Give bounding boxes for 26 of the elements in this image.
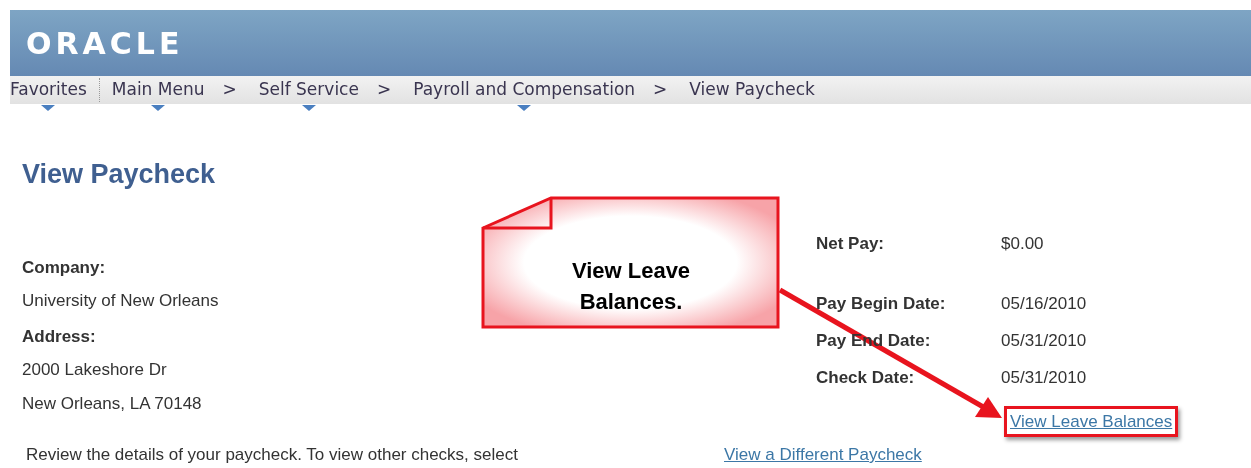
- page-title: View Paycheck: [22, 158, 217, 191]
- menu-link[interactable]: Self Service: [258, 77, 359, 103]
- field-label: Check Date:: [816, 366, 916, 389]
- field-value: $0.00: [1001, 232, 1044, 255]
- field-label: Company:: [22, 256, 106, 279]
- separator-text: >: [222, 78, 237, 102]
- field-value: 05/16/2010: [1001, 292, 1087, 315]
- field-label: Net Pay:: [816, 232, 886, 255]
- logo: ORACLE: [26, 24, 184, 63]
- current-page-link[interactable]: View Paycheck: [689, 77, 815, 103]
- field-value: 2000 Lakeshore Dr: [22, 359, 167, 381]
- field-value: 05/31/2010: [1001, 329, 1087, 352]
- field-value: New Orleans, LA 70148: [22, 392, 202, 415]
- separator-text: >: [376, 78, 392, 102]
- different-paycheck-link[interactable]: View a Different Paycheck: [724, 442, 922, 468]
- separator-text: >: [653, 78, 668, 102]
- callout-text: View Leave Balances.: [570, 257, 692, 316]
- field-value: 05/31/2010: [1001, 366, 1087, 389]
- field-label: Address:: [22, 325, 96, 348]
- field-value: University of New Orleans: [22, 290, 219, 312]
- instructions-text: Review the details of your paycheck. To view other checks, select: [25, 444, 519, 466]
- leave-balances-link[interactable]: View Leave Balances: [1010, 411, 1173, 431]
- menu-link[interactable]: Favorites: [10, 77, 87, 103]
- menu-link[interactable]: Payroll and Compensation: [413, 77, 636, 103]
- menu-link[interactable]: Main Menu: [111, 77, 205, 103]
- field-label: Pay Begin Date:: [816, 292, 947, 315]
